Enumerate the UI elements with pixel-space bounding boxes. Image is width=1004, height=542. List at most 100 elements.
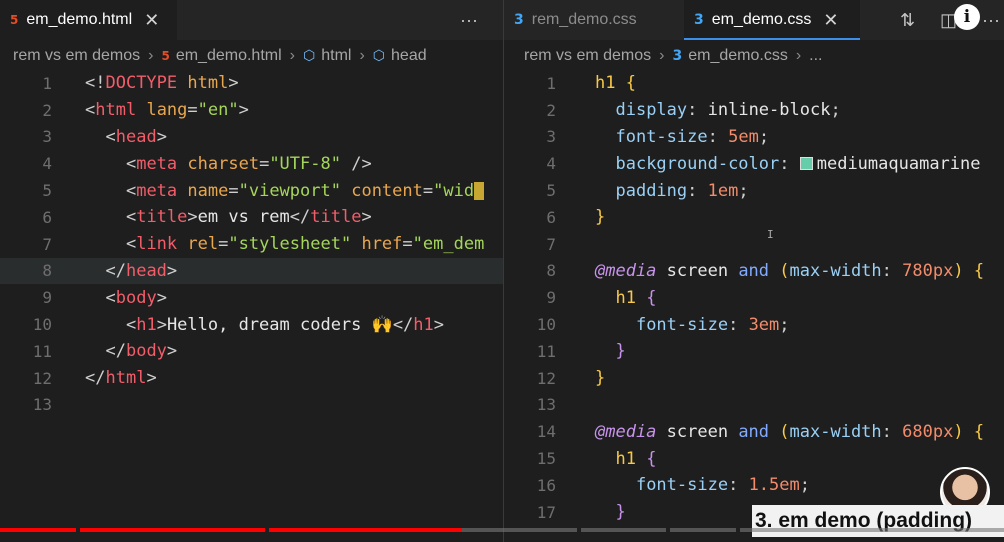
tab-em-demo-html[interactable]: 5 em_demo.html ✕ <box>0 0 177 40</box>
close-icon[interactable]: ✕ <box>144 10 159 31</box>
breadcrumb-folder[interactable]: rem vs em demos <box>524 47 651 65</box>
code-token: html <box>187 73 229 94</box>
code-token: 1.5em <box>748 475 800 496</box>
code-token: : <box>687 180 708 201</box>
code-token: 5em <box>728 126 759 147</box>
tab-em-demo-css[interactable]: 3 em_demo.css ✕ <box>684 0 860 40</box>
source-control-icon[interactable]: ⇅ <box>900 0 915 40</box>
code-line[interactable]: 1 <!DOCTYPE html> <box>0 70 503 97</box>
line-number: 8 <box>42 261 52 281</box>
code-token: ) <box>953 421 964 442</box>
code-line[interactable]: 3 font-size: 5em; <box>504 124 1004 151</box>
line-number: 2 <box>546 100 556 120</box>
code-line[interactable]: 5 padding: 1em; <box>504 177 1004 204</box>
tab-rem-demo-css[interactable]: 3 rem_demo.css <box>504 0 674 40</box>
code-line[interactable]: 14 @media screen and (max-width: 680px) { <box>504 418 1004 445</box>
line-number: 4 <box>546 154 556 174</box>
breadcrumb-head[interactable]: head <box>391 47 427 65</box>
code-token: ; <box>799 475 810 496</box>
css3-file-icon: 3 <box>672 48 683 64</box>
line-number: 12 <box>536 368 556 388</box>
code-token: } <box>595 368 606 389</box>
code-line[interactable]: 3 <head> <box>0 124 503 151</box>
code-token: ( <box>779 260 790 281</box>
code-line[interactable]: 4 background-color: mediumaquamarine <box>504 150 1004 177</box>
line-number: 11 <box>32 341 52 361</box>
code-line[interactable]: 10 <h1>Hello, dream coders 🙌</h1> <box>0 311 503 338</box>
code-line[interactable]: 7 <box>504 231 1004 258</box>
code-line[interactable]: 2 <html lang="en"> <box>0 97 503 124</box>
code-line[interactable]: 15 h1 { <box>504 445 1004 472</box>
code-editor[interactable]: 1 <!DOCTYPE html> 2 <html lang="en"> 3 <head… <box>0 70 503 418</box>
code-token: href <box>361 234 403 255</box>
code-line[interactable]: 7 <link rel="stylesheet" href="em_dem <box>0 231 503 258</box>
chapter-marker <box>666 528 670 532</box>
left-editor-group: 5 em_demo.html ✕ ··· rem vs em demos › 5… <box>0 0 503 542</box>
more-actions-icon[interactable]: ··· <box>982 0 1000 40</box>
code-token: h1 <box>615 448 636 469</box>
code-text: @media screen and (max-width: 780px) { <box>595 261 984 281</box>
code-token: = <box>402 234 413 255</box>
code-token: > <box>166 260 178 281</box>
line-number: 5 <box>546 181 556 201</box>
code-line[interactable]: 10 font-size: 3em; <box>504 311 1004 338</box>
code-line[interactable]: 13 <box>504 392 1004 419</box>
code-token: = <box>259 153 270 174</box>
info-icon[interactable]: i <box>954 4 980 30</box>
more-actions-icon[interactable]: ··· <box>460 0 478 40</box>
breadcrumb-file[interactable]: em_demo.css <box>688 47 788 65</box>
breadcrumb-html[interactable]: html <box>321 47 351 65</box>
code-token: font-size <box>635 475 729 496</box>
code-line[interactable]: 1 h1 { <box>504 70 1004 97</box>
code-line[interactable]: 5 <meta name="viewport" content="wid <box>0 177 503 204</box>
code-token: h1 <box>413 314 434 335</box>
code-line[interactable]: 6} <box>504 204 1004 231</box>
breadcrumb-file[interactable]: em_demo.html <box>176 47 282 65</box>
chapter-marker <box>76 528 80 532</box>
right-tab-bar: 3 rem_demo.css 3 em_demo.css ✕ ⇅ ◫ ··· <box>504 0 1004 40</box>
line-number: 5 <box>42 181 52 201</box>
code-line[interactable]: 8 @media screen and (max-width: 780px) { <box>504 258 1004 285</box>
code-line[interactable]: 9 h1 { <box>504 284 1004 311</box>
chevron-right-icon: › <box>659 47 665 64</box>
code-line[interactable]: 11 </body> <box>0 338 503 365</box>
color-swatch-icon[interactable] <box>799 157 813 171</box>
code-editor[interactable]: 1 h1 {2 display: inline-block; 3 font-size… <box>504 70 1004 526</box>
code-token: name <box>187 180 229 201</box>
code-line[interactable]: 13 <box>0 392 503 419</box>
code-line[interactable]: 12 </html> <box>0 365 503 392</box>
chapter-marker <box>265 528 269 532</box>
code-token: > <box>166 341 178 362</box>
breadcrumb-folder[interactable]: rem vs em demos <box>13 47 140 65</box>
code-line[interactable]: 11 } <box>504 338 1004 365</box>
code-line[interactable]: 8 </head> <box>0 257 503 285</box>
line-number: 14 <box>536 422 556 442</box>
code-token: : <box>779 153 800 174</box>
code-line[interactable]: 4 <meta charset="UTF-8" /> <box>0 150 503 177</box>
tab-label: em_demo.html <box>26 11 133 28</box>
code-token: mediumaquamarine <box>816 153 981 174</box>
code-token: title <box>136 207 188 228</box>
code-token: max-width <box>789 421 882 442</box>
code-line[interactable]: 16 font-size: 1.5em; <box>504 472 1004 499</box>
code-token: > <box>228 73 239 94</box>
breadcrumb-more[interactable]: ... <box>809 47 822 65</box>
code-line[interactable]: 6 <title>em vs rem</title> <box>0 204 503 231</box>
code-line[interactable]: 9 <body> <box>0 284 503 311</box>
close-icon[interactable]: ✕ <box>823 10 838 31</box>
breadcrumb: rem vs em demos › 3 em_demo.css › ... <box>504 42 1004 70</box>
code-line[interactable]: 12} <box>504 365 1004 392</box>
code-token: : <box>728 475 749 496</box>
code-line[interactable]: 2 display: inline-block; <box>504 97 1004 124</box>
